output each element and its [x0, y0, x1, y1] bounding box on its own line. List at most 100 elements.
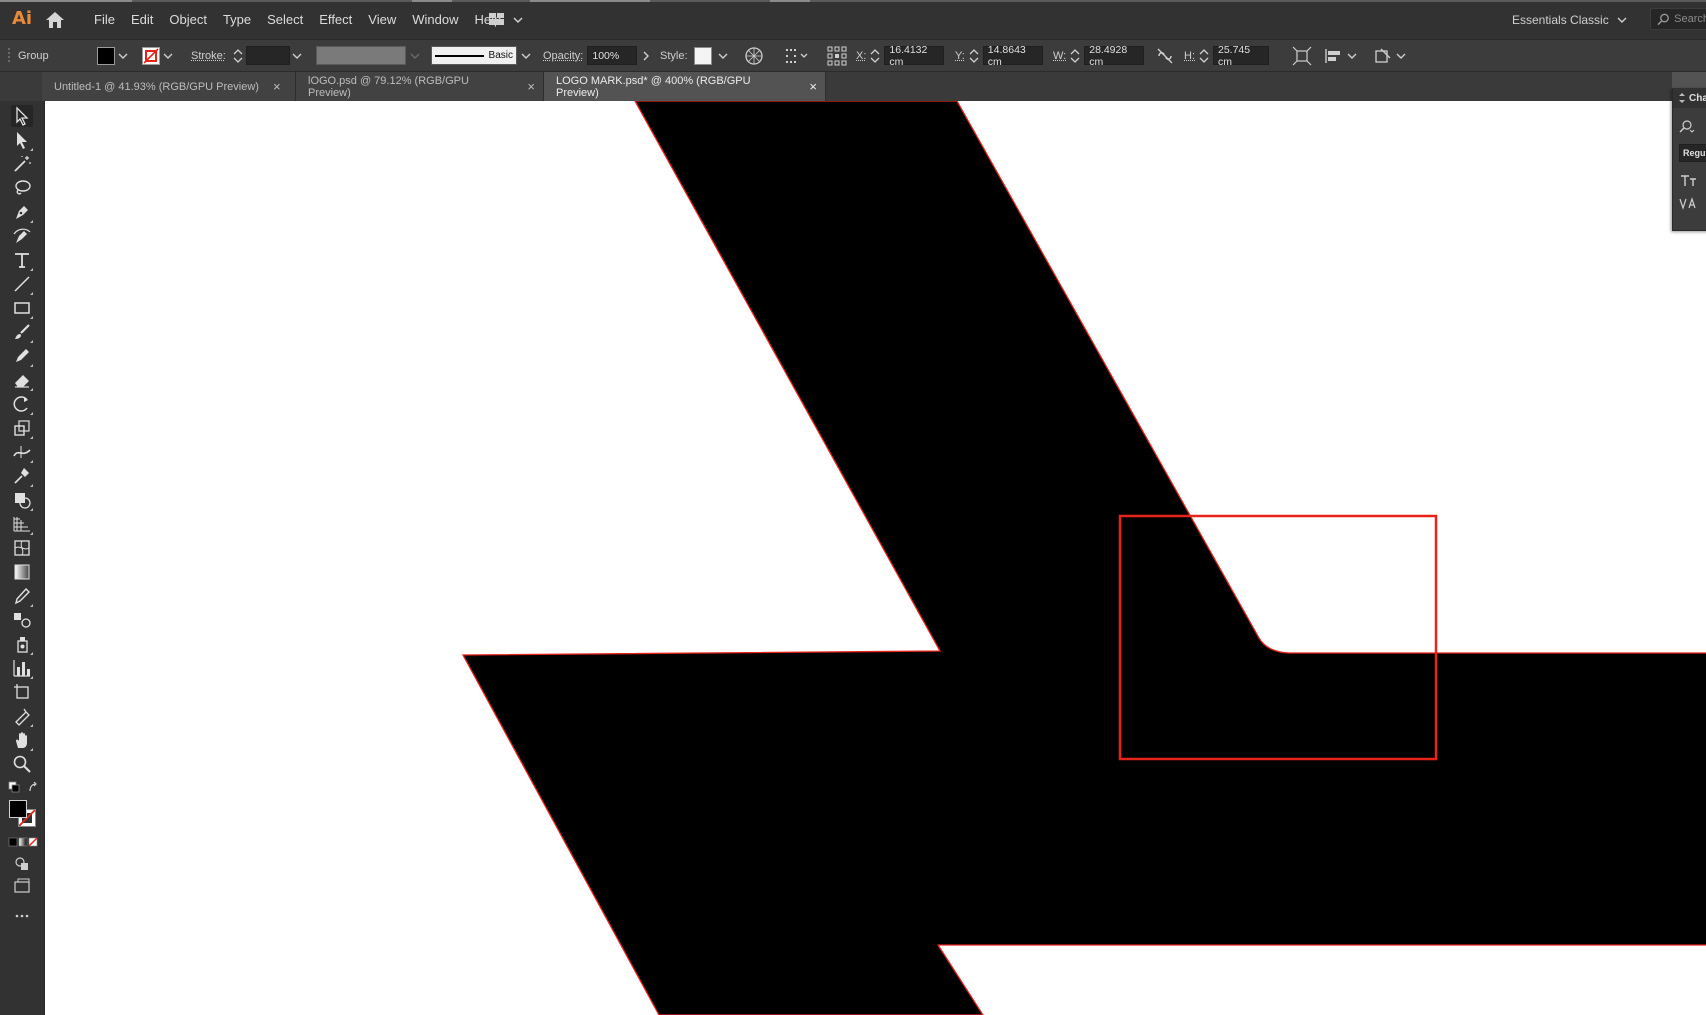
workspace-switcher[interactable]: Essentials Classic — [1512, 10, 1627, 30]
transform-button[interactable] — [1292, 40, 1312, 71]
logo-mark-shape[interactable] — [461, 101, 1706, 1015]
stroke-weight-field[interactable] — [246, 46, 290, 65]
opacity-control[interactable]: Opacity: 100% — [543, 40, 651, 71]
font-size-row[interactable] — [1679, 170, 1699, 190]
column-graph-tool[interactable] — [11, 657, 33, 679]
tab-logo-psd[interactable]: lOGO.psd @ 79.12% (RGB/GPU Preview) × — [296, 72, 544, 101]
width-tool[interactable] — [11, 441, 33, 463]
puppet-warp-tool[interactable] — [11, 465, 33, 487]
stepper-icon[interactable] — [232, 46, 244, 66]
align-options-button[interactable] — [785, 40, 811, 71]
stepper-icon[interactable] — [869, 46, 881, 66]
stepper-icon[interactable] — [1069, 46, 1081, 66]
height-control[interactable]: H: 25.745 cm — [1184, 40, 1269, 71]
eraser-tool[interactable] — [11, 369, 33, 391]
screen-mode-button[interactable] — [11, 875, 33, 897]
brush-definition-field[interactable]: Basic — [431, 46, 517, 65]
fill-indicator[interactable] — [9, 800, 27, 818]
fill-color-control[interactable] — [97, 40, 128, 71]
search-input[interactable]: Search — [1650, 8, 1706, 30]
close-icon[interactable]: × — [273, 79, 281, 94]
opacity-field[interactable]: 100% — [587, 46, 638, 65]
paintbrush-tool[interactable] — [11, 321, 33, 343]
stroke-swatch[interactable] — [142, 46, 160, 65]
chevron-down-icon[interactable] — [292, 51, 302, 61]
menu-file[interactable]: File — [86, 12, 123, 27]
close-icon[interactable]: × — [809, 79, 817, 94]
x-field[interactable]: 16.4132 cm — [884, 44, 945, 68]
tracking-row[interactable] — [1679, 194, 1699, 214]
shape-builder-tool[interactable] — [11, 489, 33, 511]
direct-selection-tool[interactable] — [11, 129, 33, 151]
menu-view[interactable]: View — [360, 12, 404, 27]
zoom-tool[interactable] — [11, 753, 33, 775]
stroke-weight-control[interactable] — [232, 40, 302, 71]
menu-effect[interactable]: Effect — [311, 12, 360, 27]
pen-tool[interactable] — [11, 201, 33, 223]
constrain-proportions-button[interactable] — [1155, 40, 1175, 71]
magic-wand-tool[interactable] — [11, 153, 33, 175]
perspective-grid-tool[interactable] — [11, 513, 33, 535]
opacity-label[interactable]: Opacity: — [543, 50, 583, 62]
stepper-icon[interactable] — [1198, 46, 1210, 66]
menu-edit[interactable]: Edit — [123, 12, 161, 27]
gradient-tool[interactable] — [11, 561, 33, 583]
home-icon[interactable] — [44, 10, 66, 30]
eyedropper-tool[interactable] — [11, 585, 33, 607]
isolate-group-button[interactable] — [1373, 40, 1406, 71]
slice-tool[interactable] — [11, 705, 33, 727]
character-panel-header[interactable]: Cha — [1673, 88, 1706, 108]
tab-untitled-1[interactable]: Untitled-1 @ 41.93% (RGB/GPU Preview) × — [42, 72, 296, 101]
style-swatch[interactable] — [693, 46, 712, 65]
symbol-sprayer-tool[interactable] — [11, 633, 33, 655]
menu-type[interactable]: Type — [215, 12, 259, 27]
brush-definition-control[interactable]: Basic — [431, 40, 531, 71]
type-tool[interactable] — [11, 249, 33, 271]
variable-width-profile[interactable] — [316, 40, 420, 71]
variable-width-field[interactable] — [316, 46, 406, 65]
rectangle-tool[interactable] — [11, 297, 33, 319]
artwork — [461, 101, 1706, 1015]
rotate-tool[interactable] — [11, 393, 33, 415]
curvature-tool[interactable] — [11, 225, 33, 247]
scale-tool[interactable] — [11, 417, 33, 439]
menu-window[interactable]: Window — [404, 12, 466, 27]
stepper-icon[interactable] — [968, 46, 980, 66]
menu-select[interactable]: Select — [259, 12, 311, 27]
edit-toolbar-button[interactable] — [11, 905, 33, 927]
shape-builder-icon — [15, 493, 31, 509]
lasso-tool[interactable] — [11, 177, 33, 199]
height-field[interactable]: 25.745 cm — [1213, 44, 1269, 68]
mesh-tool[interactable] — [11, 537, 33, 559]
chevron-right-icon[interactable] — [641, 51, 651, 61]
font-search-row[interactable] — [1679, 116, 1695, 136]
align-button[interactable] — [1324, 40, 1357, 71]
recolor-artwork-button[interactable] — [743, 40, 765, 71]
shaper-tool[interactable] — [11, 345, 33, 367]
arrange-documents-icon[interactable] — [487, 11, 527, 29]
line-segment-tool[interactable] — [11, 273, 33, 295]
panel-collapse-icon[interactable] — [1679, 93, 1685, 103]
artboard-tool[interactable] — [11, 681, 33, 703]
tab-logo-mark-psd[interactable]: LOGO MARK.psd* @ 400% (RGB/GPU Preview) … — [544, 72, 826, 101]
artboard-canvas[interactable] — [45, 101, 1706, 1015]
font-style-field[interactable]: Regu — [1679, 144, 1706, 162]
hand-tool[interactable] — [11, 729, 33, 751]
graphic-style-control[interactable]: Style: — [660, 40, 728, 71]
fill-swatch[interactable] — [97, 46, 115, 65]
width-control[interactable]: W: 28.4928 cm — [1053, 40, 1145, 71]
color-mode-buttons[interactable] — [8, 836, 38, 847]
menu-object[interactable]: Object — [161, 12, 215, 27]
stroke-label[interactable]: Stroke: — [191, 50, 226, 62]
y-position-control[interactable]: Y: 14.8643 cm — [955, 40, 1043, 71]
selection-tool[interactable] — [11, 105, 33, 127]
blend-tool[interactable] — [11, 609, 33, 631]
stroke-color-control[interactable] — [142, 40, 173, 71]
y-field[interactable]: 14.8643 cm — [982, 44, 1043, 68]
reference-point-button[interactable] — [827, 40, 847, 71]
x-position-control[interactable]: X: 16.4132 cm — [856, 40, 945, 71]
fill-stroke-indicator[interactable] — [8, 799, 38, 829]
drawing-modes-button[interactable] — [11, 853, 33, 875]
close-icon[interactable]: × — [527, 79, 535, 94]
width-field[interactable]: 28.4928 cm — [1084, 44, 1145, 68]
